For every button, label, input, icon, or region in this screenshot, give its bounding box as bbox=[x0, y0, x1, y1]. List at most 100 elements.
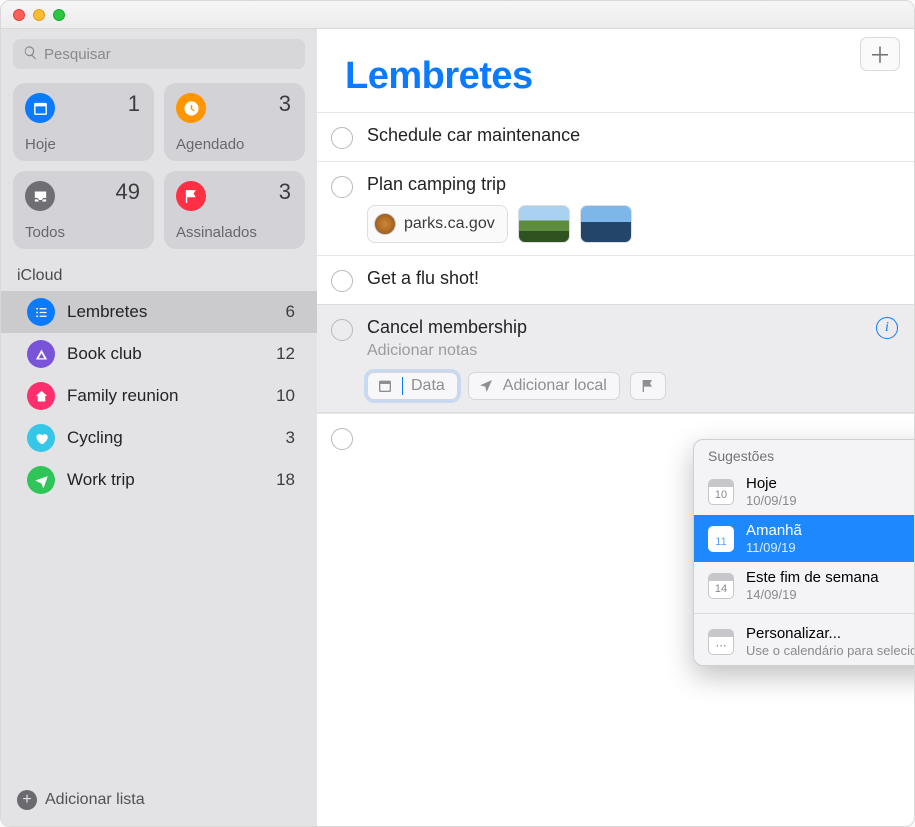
add-list-label: Adicionar lista bbox=[45, 791, 145, 809]
suggestion-personalizar[interactable]: ⋯ Personalizar... Use o calendário para … bbox=[694, 618, 915, 665]
account-label: iCloud bbox=[13, 267, 305, 285]
page-title: Lembretes bbox=[345, 55, 533, 98]
lists: Lembretes 6 Book club 12 Family reunion … bbox=[13, 291, 305, 501]
list-family-reunion[interactable]: Family reunion 10 bbox=[13, 375, 305, 417]
smart-scheduled-count: 3 bbox=[279, 91, 291, 117]
suggestion-subtitle: Use o calendário para selecionar uma dat… bbox=[746, 643, 915, 658]
list-name: Book club bbox=[67, 344, 264, 364]
plus-icon: ＋ bbox=[869, 38, 891, 70]
suggestion-subtitle: 11/09/19 bbox=[746, 540, 802, 555]
info-button[interactable]: i bbox=[876, 317, 898, 339]
smart-flagged[interactable]: 3 Assinalados bbox=[164, 171, 305, 249]
complete-toggle[interactable] bbox=[331, 319, 353, 341]
list-lembretes[interactable]: Lembretes 6 bbox=[1, 291, 317, 333]
date-pill[interactable]: Data bbox=[367, 372, 458, 400]
smart-flagged-count: 3 bbox=[279, 179, 291, 205]
tent-icon bbox=[27, 340, 55, 368]
flag-icon bbox=[639, 377, 657, 395]
close-window-button[interactable] bbox=[13, 9, 25, 21]
location-icon bbox=[477, 377, 495, 395]
smart-scheduled-label: Agendado bbox=[176, 136, 244, 153]
list-book-club[interactable]: Book club 12 bbox=[13, 333, 305, 375]
notes-input[interactable]: Adicionar notas bbox=[367, 342, 894, 360]
reminder-title: Get a flu shot! bbox=[367, 268, 894, 289]
smart-flagged-label: Assinalados bbox=[176, 224, 257, 241]
list-icon bbox=[27, 298, 55, 326]
list-count: 10 bbox=[276, 386, 295, 406]
date-suggestions-popup: Sugestões 10 Hoje 10/09/19 11 Amanhã 11/… bbox=[693, 439, 915, 666]
smart-today-count: 1 bbox=[128, 91, 140, 117]
reminder-title: Plan camping trip bbox=[367, 174, 894, 195]
smart-today[interactable]: 1 Hoje bbox=[13, 83, 154, 161]
main-panel: ＋ Lembretes Schedule car maintenance Pla… bbox=[317, 29, 914, 826]
app-window: Pesquisar 1 Hoje 3 Agendado bbox=[0, 0, 915, 827]
complete-toggle[interactable] bbox=[331, 428, 353, 450]
minimize-window-button[interactable] bbox=[33, 9, 45, 21]
date-placeholder: Data bbox=[411, 377, 445, 395]
complete-toggle[interactable] bbox=[331, 176, 353, 198]
suggestion-subtitle: 10/09/19 bbox=[746, 493, 797, 508]
plane-icon bbox=[27, 466, 55, 494]
list-name: Lembretes bbox=[67, 302, 274, 322]
window-controls bbox=[13, 9, 65, 21]
smart-all-label: Todos bbox=[25, 224, 65, 241]
search-input[interactable]: Pesquisar bbox=[13, 39, 305, 69]
suggestion-title: Amanhã bbox=[746, 522, 802, 540]
clock-icon bbox=[176, 93, 206, 123]
text-caret bbox=[402, 377, 403, 395]
list-count: 12 bbox=[276, 344, 295, 364]
calendar-icon bbox=[25, 93, 55, 123]
add-reminder-button[interactable]: ＋ bbox=[860, 37, 900, 71]
suggestion-amanha[interactable]: 11 Amanhã 11/09/19 bbox=[694, 515, 915, 562]
suggestion-hoje[interactable]: 10 Hoje 10/09/19 bbox=[694, 468, 915, 515]
calendar-icon: 10 bbox=[708, 479, 734, 505]
list-cycling[interactable]: Cycling 3 bbox=[13, 417, 305, 459]
reminder-title: Schedule car maintenance bbox=[367, 125, 894, 146]
reminder-row-editing[interactable]: Cancel membership Adicionar notas Data bbox=[317, 304, 914, 413]
list-name: Work trip bbox=[67, 470, 264, 490]
sidebar: Pesquisar 1 Hoje 3 Agendado bbox=[1, 29, 317, 826]
plus-icon: + bbox=[17, 790, 37, 810]
suggestion-subtitle: 14/09/19 bbox=[746, 587, 879, 602]
reminder-row[interactable]: Plan camping trip parks.ca.gov bbox=[317, 161, 914, 255]
complete-toggle[interactable] bbox=[331, 270, 353, 292]
image-attachment[interactable] bbox=[580, 205, 632, 243]
calendar-icon: ⋯ bbox=[708, 629, 734, 655]
reminder-title[interactable]: Cancel membership bbox=[367, 317, 894, 338]
location-placeholder: Adicionar local bbox=[503, 377, 607, 395]
smart-all-count: 49 bbox=[116, 179, 140, 205]
calendar-icon: 11 bbox=[708, 526, 734, 552]
smart-all[interactable]: 49 Todos bbox=[13, 171, 154, 249]
heart-icon bbox=[27, 424, 55, 452]
smart-today-label: Hoje bbox=[25, 136, 56, 153]
calendar-icon bbox=[376, 377, 394, 395]
home-icon bbox=[27, 382, 55, 410]
link-attachment[interactable]: parks.ca.gov bbox=[367, 205, 508, 243]
zoom-window-button[interactable] bbox=[53, 9, 65, 21]
favicon-icon bbox=[374, 213, 396, 235]
complete-toggle[interactable] bbox=[331, 127, 353, 149]
add-list-button[interactable]: + Adicionar lista bbox=[13, 784, 305, 816]
flag-icon bbox=[176, 181, 206, 211]
list-name: Family reunion bbox=[67, 386, 264, 406]
link-label: parks.ca.gov bbox=[404, 215, 495, 233]
reminder-row[interactable]: Get a flu shot! bbox=[317, 255, 914, 304]
search-placeholder: Pesquisar bbox=[44, 46, 111, 63]
search-icon bbox=[23, 45, 38, 64]
smart-scheduled[interactable]: 3 Agendado bbox=[164, 83, 305, 161]
list-work-trip[interactable]: Work trip 18 bbox=[13, 459, 305, 501]
list-count: 3 bbox=[286, 428, 295, 448]
suggestion-title: Hoje bbox=[746, 475, 797, 493]
list-count: 6 bbox=[286, 302, 295, 322]
popup-header: Sugestões bbox=[694, 440, 915, 468]
image-attachment[interactable] bbox=[518, 205, 570, 243]
flag-pill[interactable] bbox=[630, 372, 666, 400]
suggestion-title: Este fim de semana bbox=[746, 569, 879, 587]
location-pill[interactable]: Adicionar local bbox=[468, 372, 620, 400]
calendar-icon: 14 bbox=[708, 573, 734, 599]
tray-icon bbox=[25, 181, 55, 211]
titlebar bbox=[1, 1, 914, 29]
reminder-row[interactable]: Schedule car maintenance bbox=[317, 112, 914, 161]
suggestion-title: Personalizar... bbox=[746, 625, 915, 643]
suggestion-fim-de-semana[interactable]: 14 Este fim de semana 14/09/19 bbox=[694, 562, 915, 609]
